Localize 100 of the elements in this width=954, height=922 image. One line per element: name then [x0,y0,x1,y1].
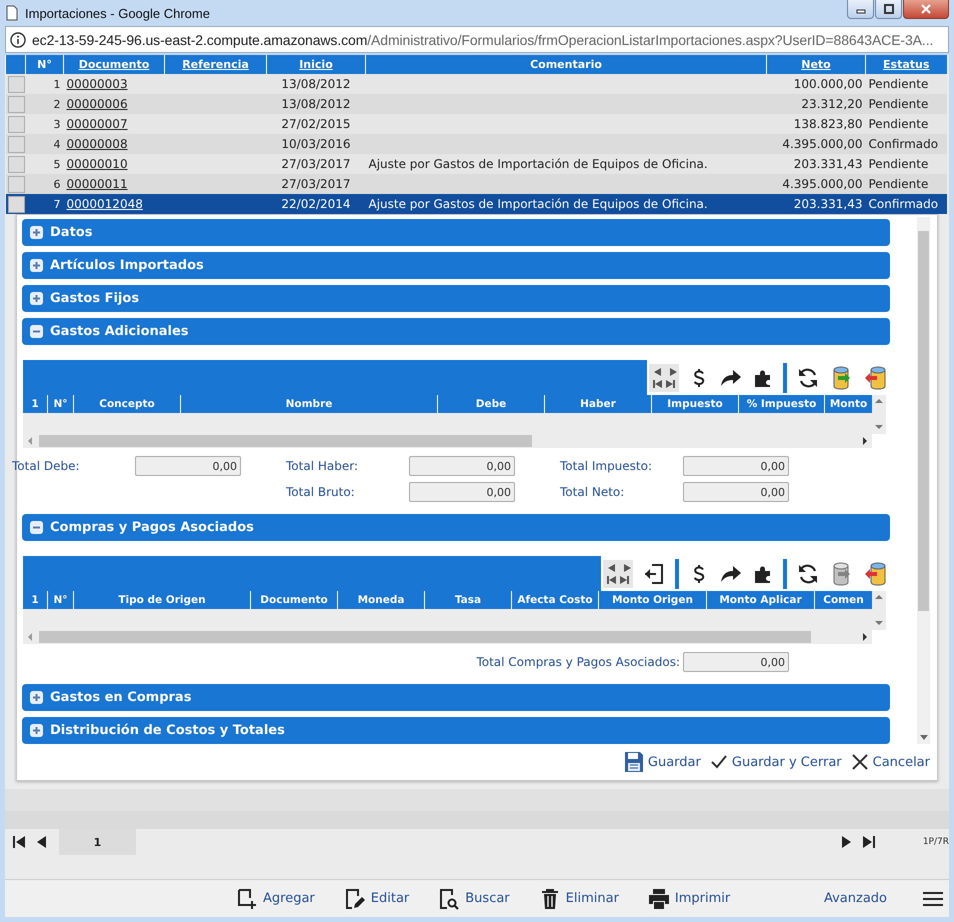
last-page-icon[interactable] [860,834,877,850]
collapse-icon[interactable] [30,521,43,534]
edit-button[interactable]: Editar [342,886,410,910]
section-title: Artículos Importados [50,258,204,273]
page-number[interactable]: 1 [59,829,136,855]
table-cell: Pendiente [868,77,928,91]
expand-icon[interactable] [30,724,43,737]
expand-icon[interactable] [30,691,43,704]
close-button[interactable] [903,0,949,19]
expand-icon[interactable] [30,259,43,272]
row-number: 2 [54,98,60,110]
table-cell: Ajuste por Gastos de Importación de Equipos de Oficina. [368,197,708,211]
row-number: 6 [54,178,60,190]
horizontal-scrollbar[interactable] [23,434,872,448]
expand-icon[interactable] [30,292,43,305]
table-cell: Pendiente [868,177,928,191]
field-label: Total Debe: [12,459,81,473]
table-row[interactable]: 6 00000011 27/03/2017 4.395.000,00 Pendiente [6,174,946,194]
vertical-scrollbar[interactable] [872,591,886,630]
collapse-icon[interactable] [30,325,43,338]
page-summary: 1P/7R [922,837,949,847]
section-header[interactable]: Gastos en Compras [22,684,890,711]
table-cell: 27/03/2017 [281,177,351,191]
refresh-icon[interactable] [796,366,820,390]
field-label: Total Haber: [286,459,359,473]
info-icon[interactable] [10,32,26,48]
paging-arrows-icon[interactable] [649,364,679,392]
total-field[interactable]: 0,00 [683,456,789,476]
close-icon [850,753,869,771]
table-cell: Confirmado [868,197,938,211]
refresh-icon[interactable] [796,562,820,586]
section-header[interactable]: Compras y Pagos Asociados [22,514,890,541]
menu-icon[interactable] [923,890,943,906]
row-number: 1 [54,78,60,90]
table-cell: 27/02/2015 [281,117,351,131]
vertical-scrollbar[interactable] [917,217,930,744]
total-field[interactable]: 0,00 [409,482,515,502]
table-cell: Pendiente [868,97,928,111]
table-cell: 203.331,43 [794,197,862,211]
section-header[interactable]: Gastos Fijos [22,285,890,312]
scroll-right-icon[interactable] [862,633,868,641]
add-button[interactable]: Agregar [235,886,315,910]
table-cell: 23.312,20 [801,97,862,111]
scroll-right-icon[interactable] [862,437,868,445]
table-cell: 22/02/2014 [281,197,351,211]
section-title: Datos [50,225,92,240]
close-icon [920,4,932,14]
sign-in-icon[interactable] [642,562,666,586]
scroll-down-icon[interactable] [920,735,928,741]
save-button[interactable]: Guardar [624,751,701,773]
maximize-icon [882,4,894,14]
table-cell: Confirmado [868,137,938,151]
table-row[interactable]: 5 00000010 27/03/2017 Ajuste por Gastos de Importación de Equipos de Oficina. 203.331,43 Pendiente [6,154,946,174]
table-row[interactable]: 1 00000003 13/08/2012 100.000,00 Pendiente [6,74,946,94]
section-title: Compras y Pagos Asociados [50,520,254,535]
table-cell: 10/03/2016 [281,137,351,151]
field-label: Total Neto: [560,485,626,499]
print-button[interactable]: Imprimir [646,886,730,910]
section-title: Distribución de Costos y Totales [50,723,285,738]
window-title: Importaciones - Google Chrome [25,6,211,20]
table-cell: 13/08/2012 [281,77,351,91]
minimize-button[interactable] [847,0,874,19]
checkmark-icon [710,754,728,770]
row-number: 5 [54,158,60,170]
section-header[interactable]: Gastos Adicionales [22,318,890,345]
total-field[interactable]: 0,00 [135,456,241,476]
search-button[interactable]: Buscar [437,886,510,910]
vertical-scrollbar[interactable] [872,395,886,434]
table-cell: 100.000,00 [794,77,862,91]
total-field[interactable]: 0,00 [683,652,789,672]
table-row[interactable]: 3 00000007 27/02/2015 138.823,80 Pendiente [6,114,946,134]
paging-arrows-icon[interactable] [603,560,633,588]
maximize-button[interactable] [875,0,902,19]
delete-button[interactable]: Eliminar [538,886,619,910]
table-cell: 203.331,43 [794,157,862,171]
row-selector[interactable] [8,196,24,212]
horizontal-scrollbar[interactable] [23,630,872,644]
total-field[interactable]: 0,00 [683,482,789,502]
cancel-button[interactable]: Cancelar [850,753,930,771]
table-cell: 4.395.000,00 [782,177,862,191]
section-header[interactable]: Datos [22,219,890,246]
section-header[interactable]: Artículos Importados [22,252,890,279]
field-label: Total Impuesto: [560,459,654,473]
table-cell: Pendiente [868,157,928,171]
section-header[interactable]: Distribución de Costos y Totales [22,717,890,744]
first-page-icon[interactable] [11,834,27,850]
table-row[interactable]: 7 0000012048 22/02/2014 Ajuste por Gastos de Importación de Equipos de Oficina. 203.331,43 Confirmado [6,194,946,214]
table-cell: Pendiente [868,117,928,131]
field-label: Total Bruto: [286,485,356,499]
table-row[interactable]: 2 00000006 13/08/2012 23.312,20 Pendiente [6,94,946,114]
table-cell: 27/03/2017 [281,157,351,171]
search-icon [437,886,462,910]
column-header: N° [37,58,52,71]
advanced-link[interactable]: Avanzado [824,891,887,906]
total-field[interactable]: 0,00 [409,456,515,476]
table-cell: Ajuste por Gastos de Importación de Equipos de Oficina. [368,157,708,171]
table-cell: 13/08/2012 [281,97,351,111]
save-and-close-button[interactable]: Guardar y Cerrar [710,754,842,770]
table-row[interactable]: 4 00000008 10/03/2016 4.395.000,00 Confirmado [6,134,946,154]
expand-icon[interactable] [30,226,43,239]
